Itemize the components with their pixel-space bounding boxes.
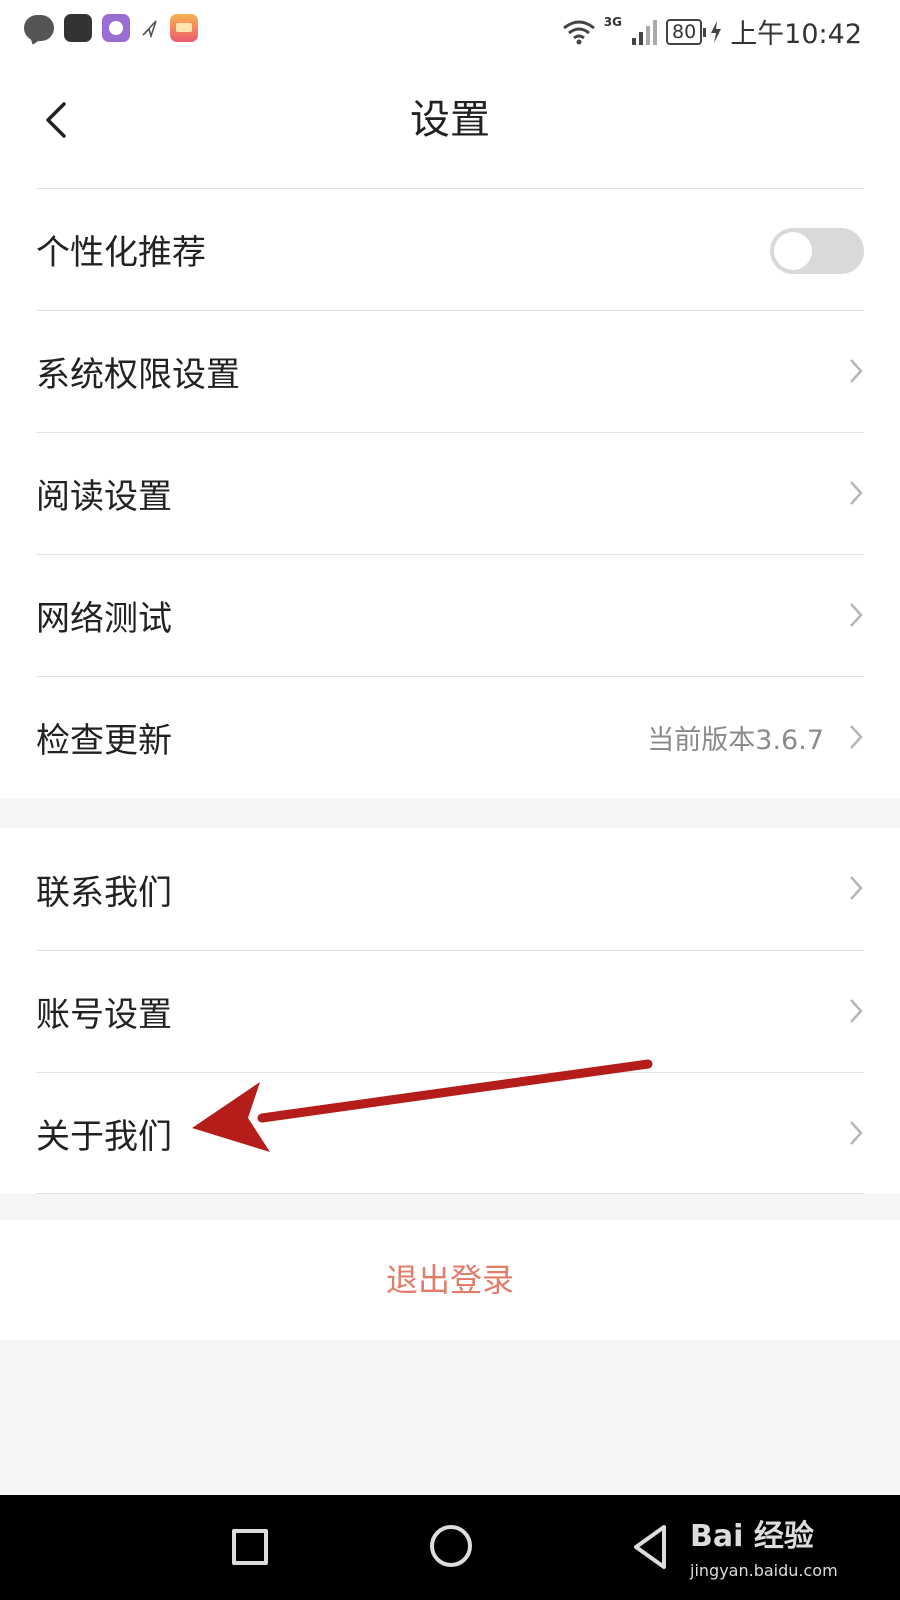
huawei-store-icon (64, 14, 92, 42)
signal-icon (632, 19, 657, 45)
logout-button[interactable]: 退出登录 (0, 1220, 900, 1340)
personalized-recommendation-toggle[interactable] (770, 228, 864, 274)
wifi-icon (562, 20, 595, 44)
chevron-right-icon (850, 876, 863, 900)
page-title: 设置 (410, 97, 490, 143)
setting-account[interactable]: 账号设置 (36, 950, 864, 1072)
setting-label: 联系我们 (36, 872, 172, 913)
network-type: 3G (603, 14, 622, 29)
gallery-icon (170, 14, 198, 42)
recent-apps-icon[interactable] (232, 1529, 268, 1565)
system-status: 3G 80 上午10:42 (562, 12, 862, 51)
chevron-right-icon (850, 725, 863, 749)
chevron-right-icon (850, 359, 863, 383)
notification-icons (24, 14, 198, 42)
pie-app-icon (102, 14, 130, 42)
chevron-right-icon (850, 603, 863, 627)
settings-group-general: 个性化推荐 系统权限设置 阅读设置 网络测试 检查更新 当前版本3.6.7 (0, 188, 900, 798)
current-version: 当前版本3.6.7 (647, 725, 824, 756)
setting-network-test[interactable]: 网络测试 (36, 554, 864, 676)
status-bar: 3G 80 上午10:42 (0, 0, 900, 62)
clock: 上午10:42 (730, 19, 862, 50)
navigation-icon (142, 20, 157, 38)
system-nav-bar: Bai 经验 jingyan.baidu.com (0, 1495, 900, 1600)
setting-label: 系统权限设置 (36, 355, 240, 395)
setting-label: 账号设置 (36, 995, 172, 1035)
settings-group-account: 联系我们 账号设置 关于我们 (0, 828, 900, 1194)
watermark-url: jingyan.baidu.com (690, 1561, 838, 1580)
message-icon (24, 15, 54, 41)
setting-personalized-recommendation[interactable]: 个性化推荐 (36, 188, 864, 310)
toggle-knob (774, 232, 812, 270)
setting-system-permissions[interactable]: 系统权限设置 (36, 310, 864, 432)
setting-label: 阅读设置 (36, 477, 172, 517)
setting-label: 检查更新 (36, 721, 172, 761)
setting-check-update[interactable]: 检查更新 当前版本3.6.7 (36, 676, 864, 798)
setting-label: 网络测试 (36, 599, 172, 639)
setting-reading[interactable]: 阅读设置 (36, 432, 864, 554)
setting-about-us[interactable]: 关于我们 (36, 1072, 864, 1194)
top-app-bar: 设置 (0, 62, 900, 188)
setting-label: 个性化推荐 (36, 233, 206, 273)
chevron-right-icon (850, 999, 863, 1023)
charging-icon (711, 20, 722, 43)
watermark: Bai 经验 jingyan.baidu.com (690, 1511, 838, 1580)
setting-label: 关于我们 (36, 1116, 172, 1157)
chevron-right-icon (850, 1121, 863, 1145)
battery-icon: 80 (666, 18, 707, 45)
setting-contact-us[interactable]: 联系我们 (36, 828, 864, 950)
watermark-brand: Bai 经验 (690, 1519, 814, 1554)
chevron-right-icon (850, 481, 863, 505)
back-icon[interactable] (630, 1523, 670, 1571)
home-icon[interactable] (430, 1525, 472, 1567)
